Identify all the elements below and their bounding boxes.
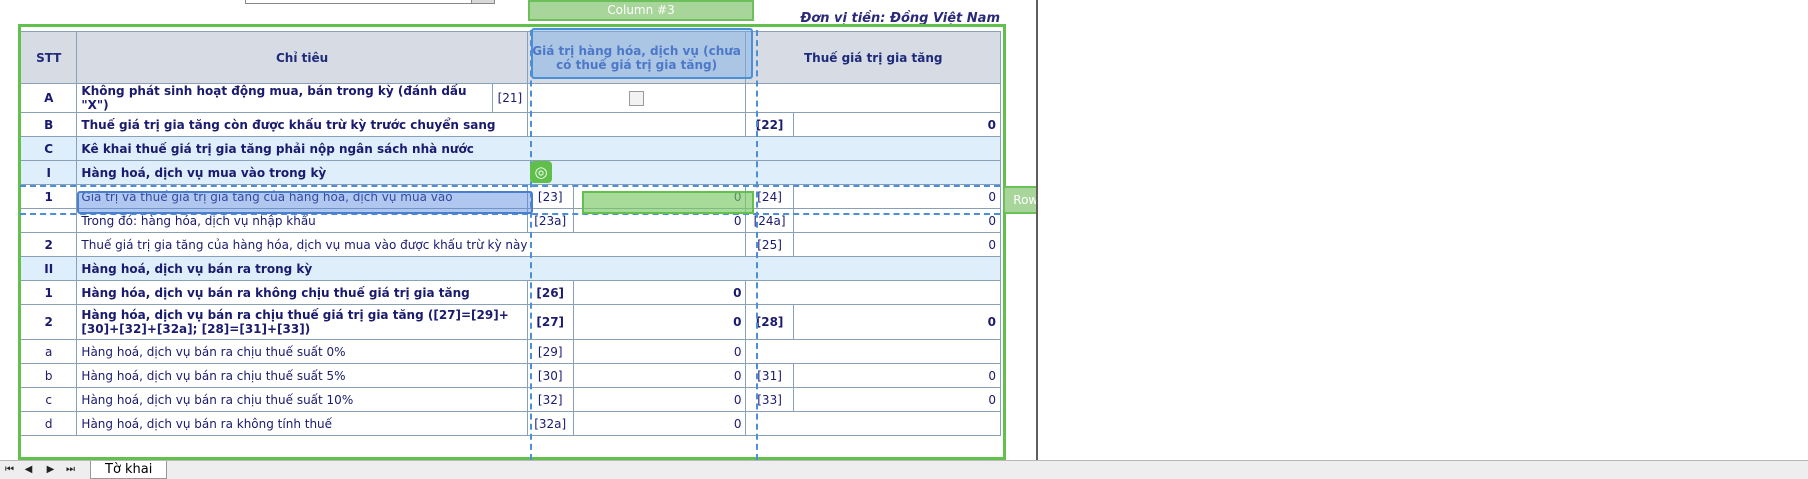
row-code: [31] [745,363,794,388]
row-value-vat[interactable]: 0 [792,184,1002,209]
currency-label: Đơn vị tiền: Đồng Việt Nam [800,11,1000,26]
column-tag: Column #3 [528,0,754,21]
row-label: Hàng hoá, dịch vụ bán ra không tính thuế [76,411,528,436]
table-row: C Kê khai thuế giá trị gia tăng phải nộp… [19,136,1001,161]
row-label: Hàng hóa, dịch vụ bán ra không chịu thuế… [76,280,528,305]
row-code: [33] [745,387,794,412]
row-code: [30] [526,363,574,388]
row-stt: 1 [19,184,78,209]
sheet-tab-to-khai[interactable]: Tờ khai [90,461,168,479]
column-header-highlight [531,28,753,79]
table-row: 1 Hàng hóa, dịch vụ bán ra không chịu th… [19,280,1001,305]
header-stt: STT [19,31,78,84]
row-value-vat[interactable]: 0 [792,232,1002,257]
first-sheet-icon[interactable]: ⏮ [3,463,16,477]
row-stt: C [19,136,78,161]
dropdown-button[interactable] [471,0,494,3]
column-guide-left [530,30,532,460]
target-cell-highlight [582,191,754,214]
row-value-goods[interactable]: 0 [572,280,747,305]
row-label: Hàng hóa, dịch vụ bán ra chịu thuế giá t… [76,304,528,340]
header-chitieu: Chỉ tiêu [76,31,528,84]
no-activity-checkbox-cell[interactable] [526,83,747,113]
table-row: b Hàng hoá, dịch vụ bán ra chịu thuế suấ… [19,363,1002,388]
row-code: [28] [745,304,794,340]
last-sheet-icon[interactable]: ⏭ [64,463,77,477]
row-guide-top [20,185,1000,187]
header-vat: Thuế giá trị gia tăng [745,31,1001,84]
row-stt: a [19,339,78,364]
no-activity-checkbox[interactable] [629,90,645,106]
row-stt: 2 [19,232,78,257]
top-input-box[interactable] [245,0,495,4]
row-code: [27] [526,304,574,340]
table-row: c Hàng hoá, dịch vụ bán ra chịu thuế suấ… [19,387,1002,412]
row-label: Không phát sinh hoạt động mua, bán trong… [76,83,494,113]
table-row: B Thuế giá trị gia tăng còn được khấu tr… [19,112,1002,137]
row-label: Thuế giá trị gia tăng của hàng hóa, dịch… [76,232,747,257]
declaration-table: STT Chỉ tiêu Giá trị hàng hóa, dịch vụ (… [19,31,1002,436]
row-code: [22] [745,112,794,137]
table-row: II Hàng hoá, dịch vụ bán ra trong kỳ [19,256,1001,281]
row-code: [29] [526,339,574,364]
table-row: d Hàng hoá, dịch vụ bán ra không tính th… [19,411,1001,436]
row-code: [32] [526,387,574,412]
row-code: [23] [526,184,574,209]
row-label: Hàng hoá, dịch vụ bán ra chịu thuế suất … [76,363,528,388]
row-value-goods[interactable]: 0 [572,411,747,436]
spreadsheet-area: Đơn vị tiền: Đồng Việt Nam STT Chỉ tiêu … [0,0,1036,460]
row-stt: c [19,387,78,412]
row-code: [26] [526,280,574,305]
table-row: 2 Hàng hóa, dịch vụ bán ra chịu thuế giá… [19,304,1002,340]
table-row: A Không phát sinh hoạt động mua, bán tro… [19,83,1001,113]
empty-pane [1036,0,1808,460]
row-label: Hàng hoá, dịch vụ bán ra chịu thuế suất … [76,387,528,412]
row-stt: d [19,411,78,436]
row-label-highlight [77,191,533,214]
row-value-vat[interactable]: 0 [792,363,1002,388]
row-code: [21] [492,83,528,113]
row-stt: B [19,112,78,137]
row-label: Thuế giá trị gia tăng còn được khấu trừ … [76,112,528,137]
target-icon: ◎ [530,161,552,183]
row-value-goods[interactable]: 0 [572,339,747,364]
row-stt: 1 [19,280,78,305]
row-value-goods[interactable]: 0 [572,387,747,412]
table-row: I Hàng hoá, dịch vụ mua vào trong kỳ [19,160,1001,185]
column-guide-right [756,30,758,460]
row-stt: II [19,256,78,281]
row-label: Kê khai thuế giá trị gia tăng phải nộp n… [76,136,1001,161]
row-stt: b [19,363,78,388]
table-row: 2 Thuế giá trị gia tăng của hàng hóa, dị… [19,232,1002,257]
prev-sheet-icon[interactable]: ◀ [22,463,35,477]
next-sheet-icon[interactable]: ▶ [44,463,57,477]
row-label: Hàng hoá, dịch vụ bán ra trong kỳ [76,256,1001,281]
table-row: a Hàng hoá, dịch vụ bán ra chịu thuế suấ… [19,339,1001,364]
row-stt: 2 [19,304,78,340]
row-code: [25] [745,232,794,257]
row-stt: A [19,83,78,113]
row-value-goods[interactable]: 0 [572,304,747,340]
row-value-goods[interactable]: 0 [572,363,747,388]
row-label: Hàng hoá, dịch vụ bán ra chịu thuế suất … [76,339,528,364]
row-stt: I [19,160,78,185]
row-value-vat[interactable]: 0 [792,387,1002,412]
row-value-vat[interactable]: 0 [792,112,1002,137]
row-code: [32a] [526,411,574,436]
header-row: STT Chỉ tiêu Giá trị hàng hóa, dịch vụ (… [19,31,1001,84]
row-value-vat[interactable]: 0 [792,304,1002,340]
sheet-tabs-bar: ⏮ ◀ ▶ ⏭ Tờ khai [0,460,1808,479]
